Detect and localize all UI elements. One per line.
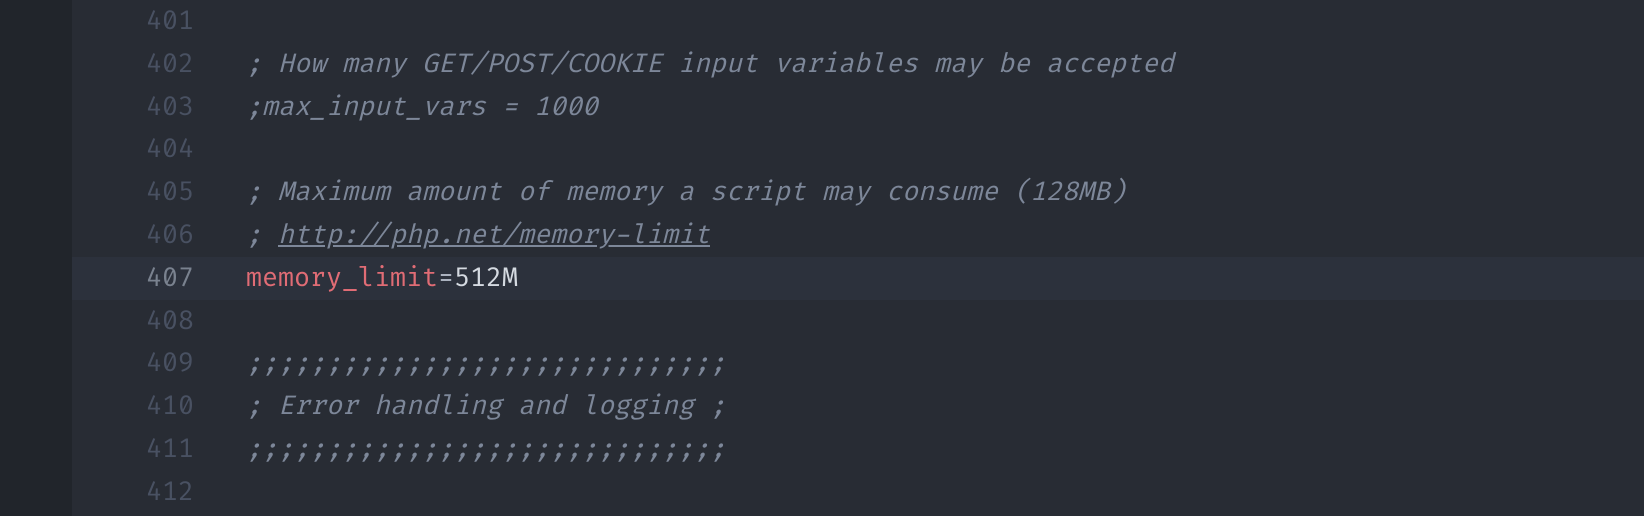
code-line[interactable]: ; Error handling and logging ; <box>222 385 1644 428</box>
code-token: http://php.net/memory-limit <box>278 219 710 251</box>
code-token: ; Error handling and logging ; <box>246 390 726 422</box>
code-line[interactable] <box>222 471 1644 514</box>
code-token: 512M <box>454 262 518 294</box>
code-token: ; Maximum amount of memory a script may … <box>246 176 1126 208</box>
code-line[interactable]: ; How many GET/POST/COOKIE input variabl… <box>222 43 1644 86</box>
line-number[interactable]: 407 <box>72 257 222 300</box>
code-line[interactable]: ; http://php.net/memory-limit <box>222 214 1644 257</box>
code-line[interactable] <box>222 128 1644 171</box>
code-line[interactable]: ;max_input_vars = 1000 <box>222 86 1644 129</box>
activity-bar <box>0 0 72 516</box>
line-number[interactable]: 401 <box>72 0 222 43</box>
code-token: ; <box>246 219 278 251</box>
code-token: = <box>438 262 454 294</box>
code-token: memory_limit <box>246 262 438 294</box>
code-line[interactable] <box>222 0 1644 43</box>
line-number[interactable]: 402 <box>72 43 222 86</box>
code-line[interactable]: ; Maximum amount of memory a script may … <box>222 171 1644 214</box>
code-token: ; How many GET/POST/COOKIE input variabl… <box>246 48 1174 80</box>
line-number[interactable]: 405 <box>72 171 222 214</box>
code-line[interactable]: ;;;;;;;;;;;;;;;;;;;;;;;;;;;;;; <box>222 428 1644 471</box>
line-number[interactable]: 412 <box>72 471 222 514</box>
line-number[interactable]: 403 <box>72 86 222 129</box>
line-number[interactable]: 406 <box>72 214 222 257</box>
line-number[interactable]: 404 <box>72 128 222 171</box>
code-content[interactable]: ; How many GET/POST/COOKIE input variabl… <box>222 0 1644 516</box>
code-token: ;;;;;;;;;;;;;;;;;;;;;;;;;;;;;; <box>246 433 726 465</box>
code-line[interactable]: memory_limit=512M <box>222 257 1644 300</box>
code-line[interactable]: ;;;;;;;;;;;;;;;;;;;;;;;;;;;;;; <box>222 342 1644 385</box>
code-token: ;max_input_vars = 1000 <box>246 91 598 123</box>
line-number[interactable]: 410 <box>72 385 222 428</box>
code-line[interactable] <box>222 300 1644 343</box>
line-number-gutter[interactable]: 401402403404405406407408409410411412 <box>72 0 222 516</box>
line-number[interactable]: 409 <box>72 342 222 385</box>
line-number[interactable]: 408 <box>72 300 222 343</box>
line-number[interactable]: 411 <box>72 428 222 471</box>
code-editor[interactable]: 401402403404405406407408409410411412 ; H… <box>0 0 1644 516</box>
code-token: ;;;;;;;;;;;;;;;;;;;;;;;;;;;;;; <box>246 347 726 379</box>
